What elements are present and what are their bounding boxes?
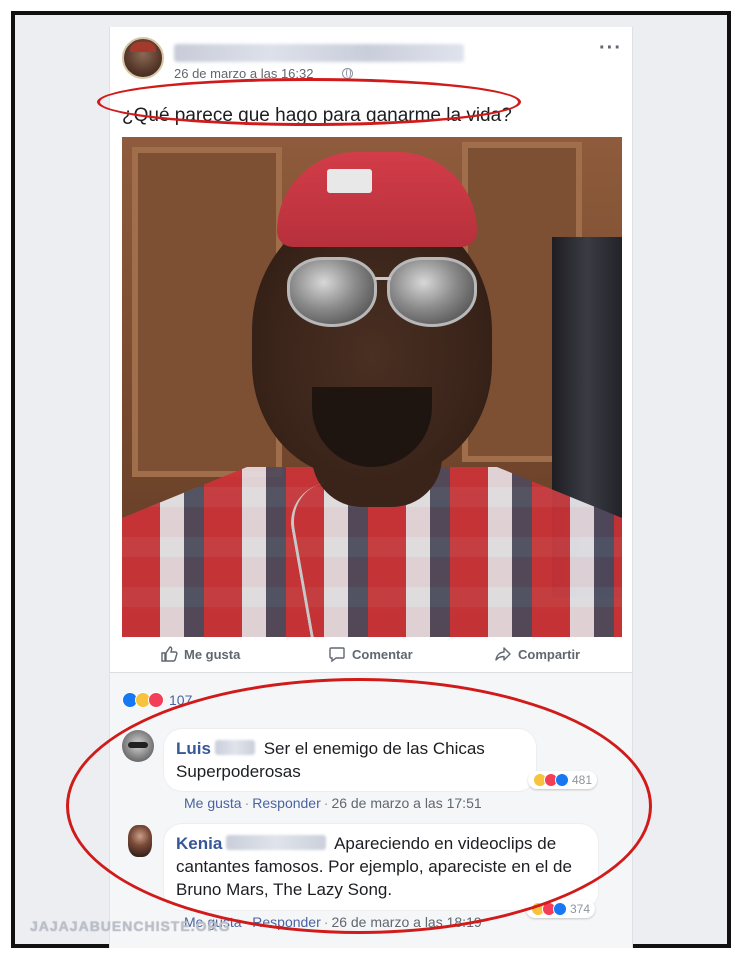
comment-button[interactable]: Comentar	[328, 645, 413, 663]
sunglasses-bridge	[375, 277, 391, 280]
comment-reaction-count: 481	[572, 773, 593, 787]
globe-icon	[342, 68, 353, 79]
post-action-bar: Me gusta Comentar Compartir	[110, 637, 632, 671]
comment-reply-link[interactable]: Responder	[252, 914, 321, 930]
comment-reactions[interactable]: 374	[526, 900, 596, 918]
comment-meta: Me gusta · Responder · 26 de marzo a las 17:…	[184, 795, 482, 811]
comment-reactions[interactable]: 481	[528, 771, 598, 789]
share-arrow-icon	[495, 647, 511, 661]
post-timestamp[interactable]: 26 de marzo a las 16:32	[174, 66, 313, 81]
commenter-avatar[interactable]	[128, 825, 152, 857]
comment-time[interactable]: 26 de marzo a las 17:51	[331, 795, 481, 811]
sunglasses-left-lens	[287, 257, 377, 327]
thumbs-up-icon	[161, 646, 178, 662]
commenter-avatar[interactable]	[122, 730, 154, 762]
comment-icon	[329, 647, 345, 663]
screenshot-frame: 26 de marzo a las 16:32 ··· ¿Qué parece …	[11, 11, 731, 948]
like-button[interactable]: Me gusta	[160, 645, 240, 663]
post-text: ¿Qué parece que hago para ganarme la vid…	[122, 105, 512, 126]
like-reaction-icon	[553, 902, 567, 916]
post-card: 26 de marzo a las 16:32 ··· ¿Qué parece …	[109, 27, 633, 948]
cap-strap	[327, 169, 372, 193]
like-label: Me gusta	[184, 646, 241, 662]
red-cap	[277, 152, 477, 247]
love-reaction-icon	[148, 692, 164, 708]
comment-bubble: Luis Ser el enemigo de las Chicas Superp…	[164, 729, 536, 791]
reaction-count[interactable]: 107	[169, 692, 192, 708]
like-reaction-icon	[555, 773, 569, 787]
comment-bubble: Kenia Apareciendo en videoclips de canta…	[164, 824, 598, 910]
sunglasses-right-lens	[387, 257, 477, 327]
commenter-name[interactable]: Luis	[176, 739, 211, 758]
comment-reaction-count: 374	[570, 902, 591, 916]
watermark: JAJAJABUENCHISTE.ORG	[30, 918, 231, 934]
share-label: Compartir	[518, 646, 581, 662]
comment-like-link[interactable]: Me gusta	[184, 795, 242, 811]
more-options-icon[interactable]: ···	[599, 38, 622, 58]
reactions-summary[interactable]: 107	[122, 692, 192, 708]
comment-reply-link[interactable]: Responder	[252, 795, 321, 811]
author-avatar[interactable]	[122, 37, 164, 79]
commenter-surname-redacted	[214, 740, 255, 755]
comment-label: Comentar	[352, 646, 413, 662]
author-name-redacted[interactable]	[174, 44, 464, 62]
comment-time[interactable]: 26 de marzo a las 18:19	[331, 914, 481, 930]
commenter-surname-redacted	[226, 835, 327, 850]
post-photo[interactable]	[122, 137, 622, 637]
commenter-name[interactable]: Kenia	[176, 834, 222, 853]
share-button[interactable]: Compartir	[494, 645, 580, 663]
